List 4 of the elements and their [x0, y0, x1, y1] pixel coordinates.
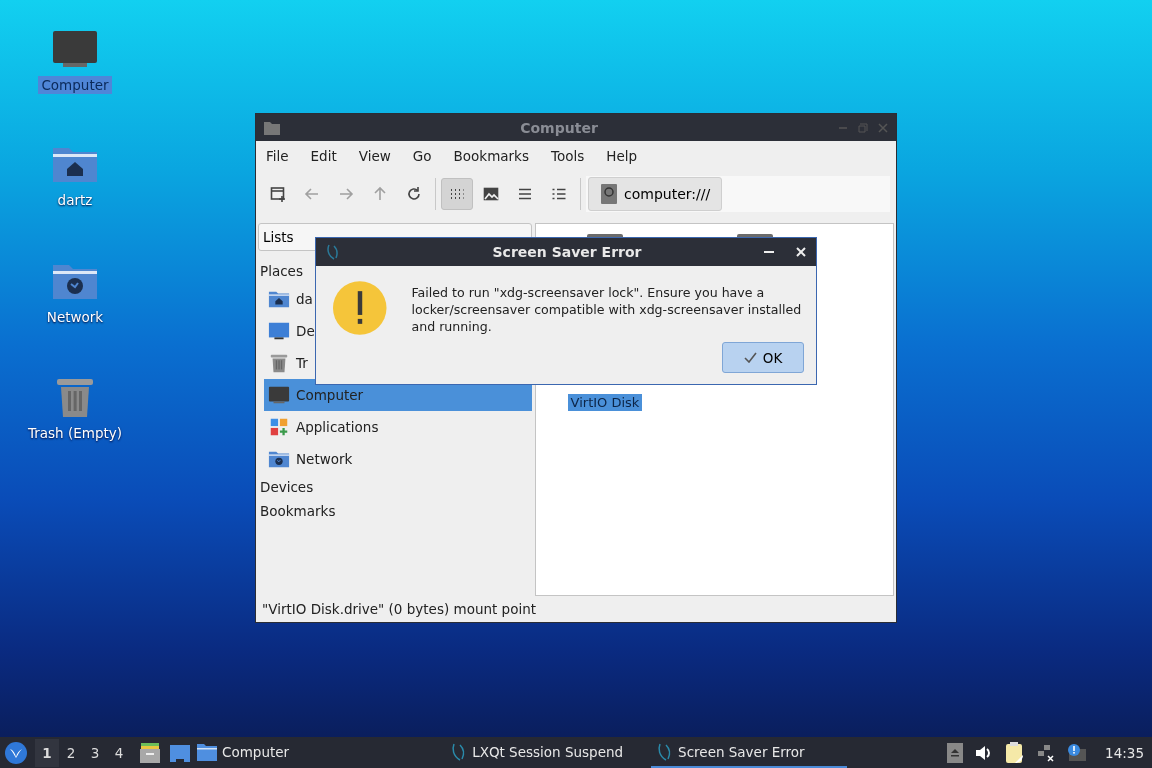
error-message: Failed to run "xdg-screensaver lock". Ensure you have a locker/screensaver compatible with xdg-screensaver installed and running. — [411, 284, 803, 336]
window-title: Screen Saver Error — [491, 244, 643, 260]
window-title: Computer — [519, 119, 599, 136]
status-text: "VirtIO Disk.drive" (0 bytes) mount point — [261, 600, 538, 619]
